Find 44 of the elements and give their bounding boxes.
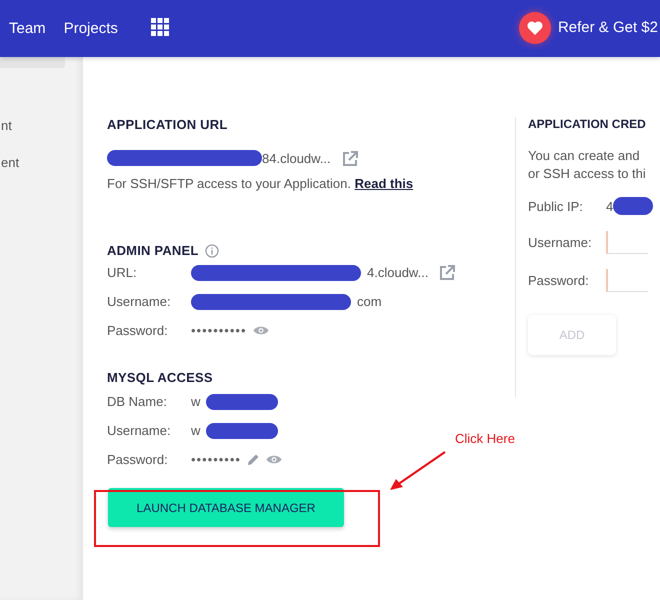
section-title: MYSQL ACCESS bbox=[107, 370, 214, 385]
field-label: Username: bbox=[107, 294, 172, 309]
field-label: Password: bbox=[107, 452, 169, 467]
launch-database-manager-button[interactable]: LAUNCH DATABASE MANAGER bbox=[108, 488, 344, 527]
ssh-access-note: For SSH/SFTP access to your Application. Read this bbox=[107, 176, 414, 191]
field-label: Password: bbox=[528, 272, 590, 288]
refer-link[interactable]: Refer & Get $2 bbox=[558, 19, 658, 36]
info-icon[interactable] bbox=[204, 244, 219, 258]
redaction-scribble bbox=[613, 197, 654, 215]
field-label: URL: bbox=[107, 265, 138, 280]
section-title: APPLICATION URL bbox=[107, 117, 228, 132]
external-link-icon[interactable] bbox=[440, 265, 456, 280]
field-value: com bbox=[357, 294, 382, 309]
eye-icon[interactable] bbox=[252, 325, 269, 336]
field-label: Password: bbox=[107, 323, 169, 338]
nav-link[interactable]: Projects bbox=[64, 20, 118, 37]
section-title: APPLICATION CRED bbox=[528, 117, 647, 131]
sidebar-highlight bbox=[0, 57, 65, 68]
pencil-icon[interactable] bbox=[246, 453, 260, 466]
input-field[interactable] bbox=[606, 230, 648, 254]
application-url[interactable]: 84.cloudw... bbox=[262, 150, 331, 166]
sidebar-item[interactable]: ent bbox=[1, 155, 83, 192]
annotation-text: Click Here bbox=[455, 431, 515, 446]
masked-password: •••••••••• bbox=[191, 323, 247, 338]
apps-grid-icon[interactable] bbox=[150, 18, 169, 36]
read-this-link[interactable]: Read this bbox=[354, 176, 414, 191]
field-value: 4 bbox=[606, 198, 614, 214]
field-label: Public IP: bbox=[528, 198, 584, 214]
field-label: DB Name: bbox=[107, 394, 168, 409]
field-label: Username: bbox=[107, 423, 172, 438]
section-title: ADMIN PANEL bbox=[107, 243, 199, 258]
description-text: You can create and bbox=[528, 147, 641, 165]
input-field[interactable] bbox=[606, 268, 648, 292]
field-label: Username: bbox=[528, 234, 593, 250]
eye-icon[interactable] bbox=[266, 454, 282, 465]
external-link-icon[interactable] bbox=[342, 150, 358, 166]
field-value[interactable]: 4.cloudw... bbox=[367, 265, 428, 280]
description-text: or SSH access to thi bbox=[528, 165, 647, 183]
masked-password: ••••••••• bbox=[191, 452, 241, 467]
field-value: w bbox=[191, 394, 200, 409]
annotation-arrow bbox=[388, 450, 448, 492]
field-value: w bbox=[191, 423, 200, 438]
sidebar-item[interactable]: nt bbox=[1, 118, 83, 155]
nav-link[interactable]: Team bbox=[9, 20, 46, 37]
